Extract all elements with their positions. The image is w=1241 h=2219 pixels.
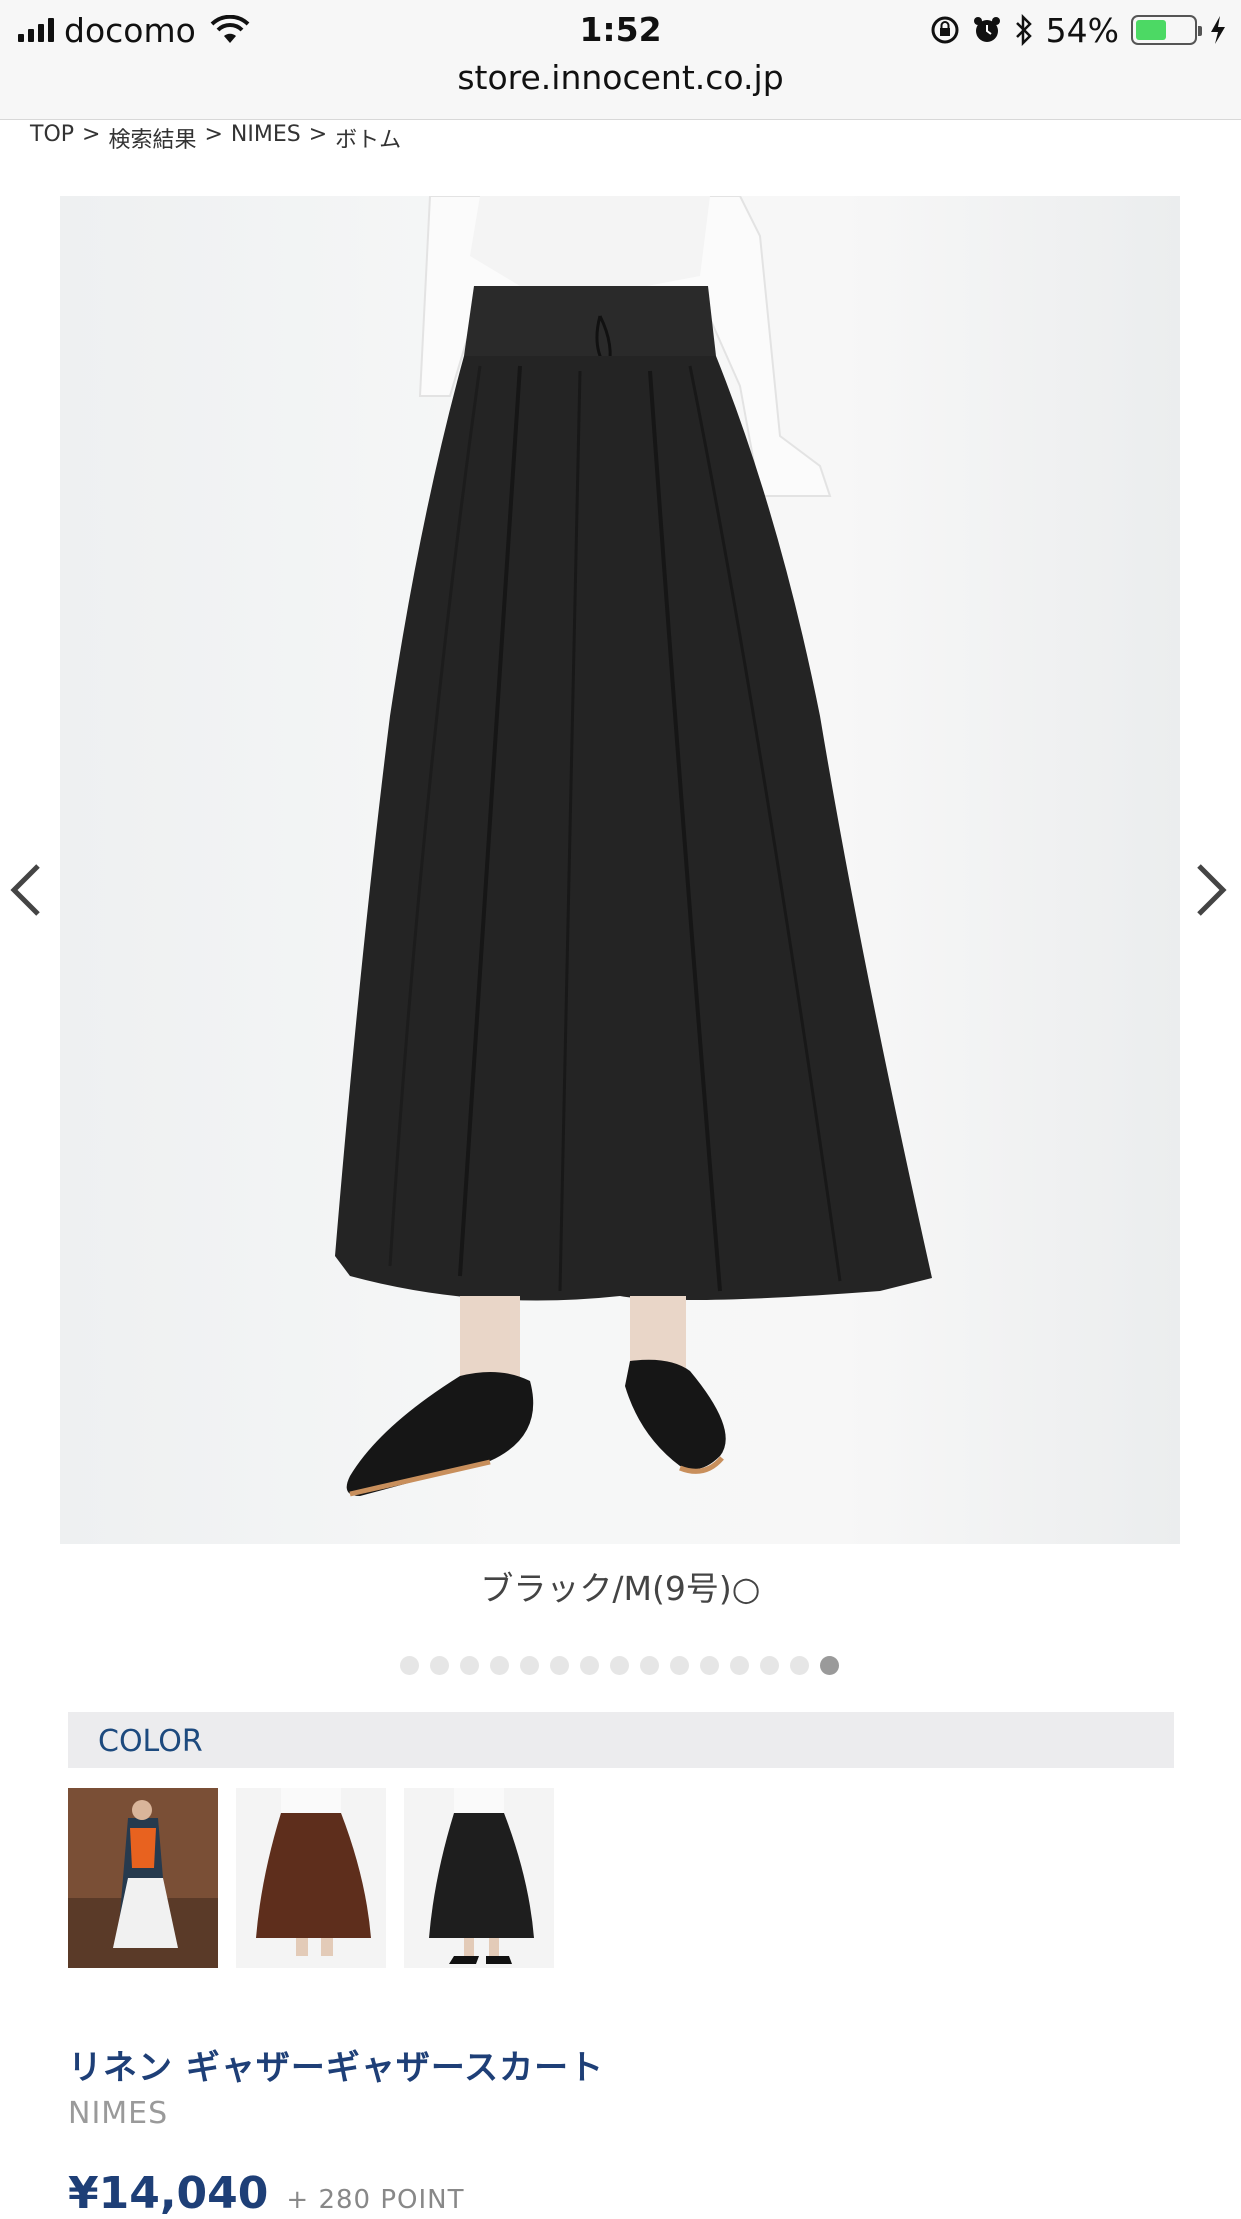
carousel-dot[interactable] xyxy=(640,1656,659,1675)
swatch-image-brown xyxy=(236,1788,386,1968)
product-price: ¥14,040 xyxy=(68,2168,269,2219)
carousel-dot[interactable] xyxy=(670,1656,689,1675)
browser-status-bar: docomo 1:52 54% store.innocent.co.jp xyxy=(0,0,1241,120)
battery-percent: 54% xyxy=(1045,10,1119,50)
swatch-image-black xyxy=(404,1788,554,1968)
color-swatch-brown[interactable] xyxy=(236,1788,386,1968)
image-caption: ブラック/M(9号)○ xyxy=(480,1569,761,1608)
product-title: リネン ギャザーギャザースカート xyxy=(68,2048,605,2088)
product-photo xyxy=(335,196,932,1497)
color-swatch-black[interactable] xyxy=(404,1788,554,1968)
price-row: ¥14,040 + 280 POINT xyxy=(68,2168,465,2219)
breadcrumb-item-brand[interactable]: NIMES xyxy=(231,122,301,154)
carousel-dot[interactable] xyxy=(610,1656,629,1675)
color-swatch-list xyxy=(68,1788,554,1968)
breadcrumb-separator: > xyxy=(82,122,101,147)
swatch-image-outfit xyxy=(68,1788,218,1968)
breadcrumb-separator: > xyxy=(308,122,328,147)
carousel-dot[interactable] xyxy=(460,1656,479,1675)
charging-bolt-icon xyxy=(1211,16,1225,44)
breadcrumb-item-top[interactable]: TOP xyxy=(30,122,74,154)
breadcrumb: TOP > 検索結果 > NIMES > ボトム xyxy=(30,122,401,154)
carousel-dot[interactable] xyxy=(430,1656,449,1675)
battery-icon xyxy=(1131,15,1202,45)
reward-points: + 280 POINT xyxy=(286,2185,465,2215)
product-main-image[interactable] xyxy=(60,196,1180,1544)
status-right: 54% xyxy=(930,10,1227,50)
alarm-icon xyxy=(973,17,1000,42)
carousel-prev-arrow-icon[interactable] xyxy=(6,860,46,920)
bluetooth-icon xyxy=(1015,14,1032,46)
carousel-dot[interactable] xyxy=(820,1656,839,1675)
carousel-dot[interactable] xyxy=(700,1656,719,1675)
breadcrumb-separator: > xyxy=(204,122,223,147)
orientation-lock-icon xyxy=(931,16,959,44)
carousel-dot[interactable] xyxy=(760,1656,779,1675)
product-brand[interactable]: NIMES xyxy=(68,2096,168,2131)
battery-fill xyxy=(1136,20,1167,40)
color-section-header: COLOR xyxy=(68,1712,1174,1768)
color-section-label: COLOR xyxy=(98,1724,203,1759)
carousel-dot[interactable] xyxy=(580,1656,599,1675)
color-swatch-model-outfit[interactable] xyxy=(68,1788,218,1968)
carousel-next-arrow-icon[interactable] xyxy=(1191,860,1231,920)
carousel-dot[interactable] xyxy=(400,1656,419,1675)
carousel-dot[interactable] xyxy=(550,1656,569,1675)
address-bar-url[interactable]: store.innocent.co.jp xyxy=(0,58,1241,97)
carousel-dot[interactable] xyxy=(790,1656,809,1675)
carousel-dot[interactable] xyxy=(490,1656,509,1675)
carousel-dot[interactable] xyxy=(730,1656,749,1675)
breadcrumb-item-bottoms[interactable]: ボトム xyxy=(335,122,401,154)
carousel-pagination xyxy=(400,1656,839,1675)
breadcrumb-item-search-results[interactable]: 検索結果 xyxy=(108,122,196,154)
carousel-dot[interactable] xyxy=(520,1656,539,1675)
